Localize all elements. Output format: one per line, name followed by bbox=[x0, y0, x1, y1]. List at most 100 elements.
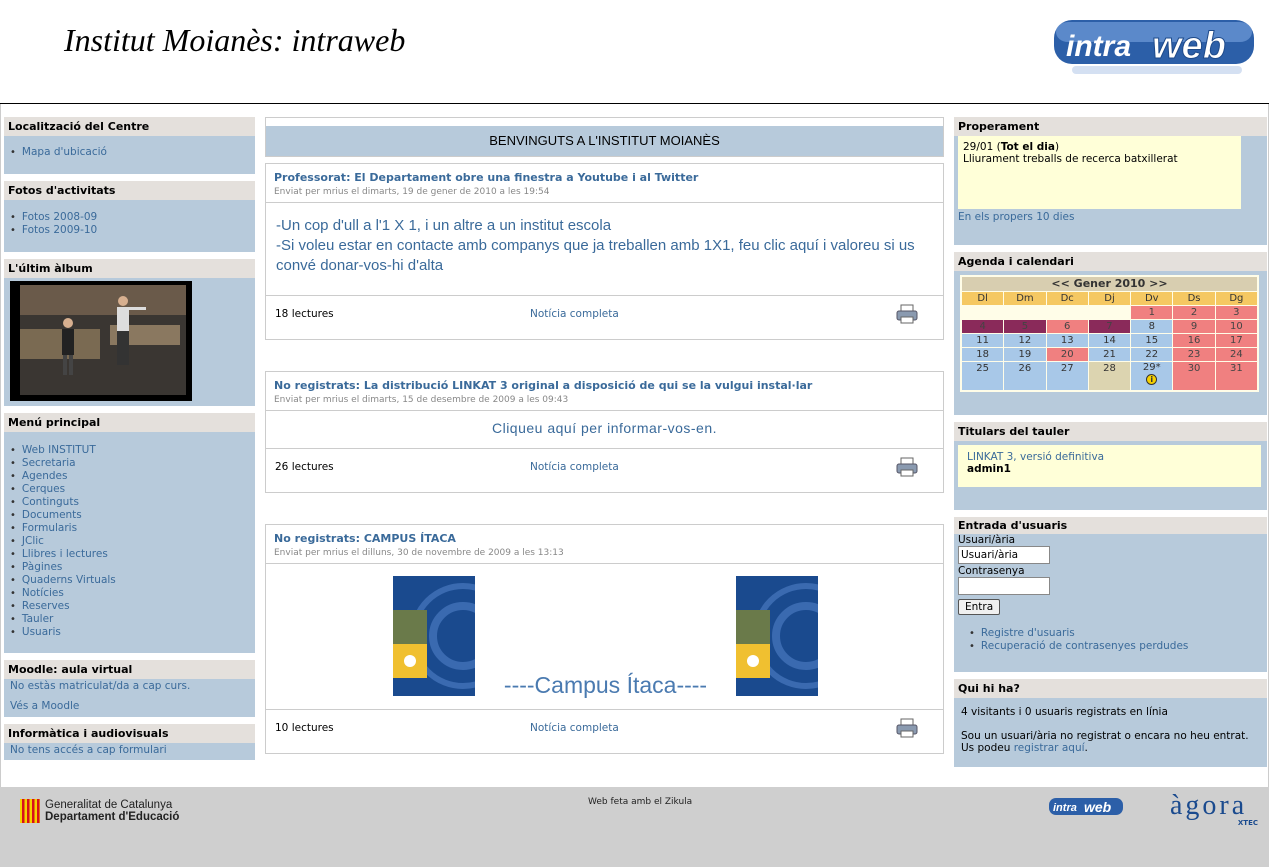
article-read-more-link[interactable]: Notícia completa bbox=[530, 461, 619, 473]
article-category[interactable]: No registrats bbox=[274, 379, 356, 392]
menu-item-tauler[interactable]: Tauler bbox=[10, 613, 249, 626]
menu-item-web-institut[interactable]: Web INSTITUT bbox=[10, 444, 249, 457]
print-icon[interactable] bbox=[896, 457, 918, 477]
print-icon[interactable] bbox=[896, 718, 918, 738]
calendar-grid: Dl Dm Dc Dj Dv Ds Dg 1 2 3 4 5 6 7 8 9 1… bbox=[962, 292, 1257, 390]
article-body-line[interactable]: -Un cop d'ull a l'1 X 1, i un altre a un… bbox=[276, 216, 933, 236]
calendar-day[interactable]: 27 bbox=[1046, 362, 1088, 390]
calendar-day[interactable]: 8 bbox=[1131, 320, 1173, 333]
article-body-link[interactable]: Cliqueu aquí per informar-vos-en. bbox=[276, 420, 933, 436]
username-input[interactable] bbox=[958, 546, 1050, 564]
calendar-day[interactable]: 21 bbox=[1088, 348, 1131, 361]
article-category[interactable]: Professorat bbox=[274, 171, 346, 184]
article-title[interactable]: El Departament obre una finestra a Youtu… bbox=[354, 171, 698, 184]
intraweb-small-logo[interactable]: intra web bbox=[1048, 796, 1124, 818]
campus-itaca-link[interactable]: ----Campus Ítaca---- bbox=[475, 672, 736, 699]
menu-item-cerques[interactable]: Cerques bbox=[10, 483, 249, 496]
link-moodle[interactable]: Vés a Moodle bbox=[10, 700, 249, 712]
calendar-day[interactable]: 25 bbox=[962, 362, 1004, 390]
link-propers-10-dies[interactable]: En els propers 10 dies bbox=[954, 209, 1267, 225]
menu-item-quaderns[interactable]: Quaderns Virtuals bbox=[10, 574, 249, 587]
article-read-more-link[interactable]: Notícia completa bbox=[530, 722, 619, 734]
article-title[interactable]: La distribució LINKAT 3 original a dispo… bbox=[364, 379, 813, 392]
album-photo[interactable] bbox=[10, 281, 192, 401]
menu-item-secretaria[interactable]: Secretaria bbox=[10, 457, 249, 470]
intraweb-logo[interactable]: intra web bbox=[1052, 14, 1260, 78]
block-album: L'últim àlbum bbox=[4, 259, 255, 406]
article-footer: 10 lectures Notícia completa bbox=[266, 710, 943, 746]
calendar-day[interactable]: 18 bbox=[962, 348, 1004, 361]
menu-item-noticies[interactable]: Notícies bbox=[10, 587, 249, 600]
news-article: No registrats: La distribució LINKAT 3 o… bbox=[265, 371, 944, 493]
menu-item-agendes[interactable]: Agendes bbox=[10, 470, 249, 483]
article-title[interactable]: CAMPUS ÍTACA bbox=[364, 532, 456, 545]
calendar-day[interactable]: 17 bbox=[1215, 334, 1257, 347]
online-note-text: Sou un usuari/ària no registrat o encara… bbox=[961, 730, 1249, 754]
calendar-day[interactable]: 4 bbox=[962, 320, 1004, 333]
calendar-day[interactable]: 1 bbox=[1131, 306, 1173, 319]
link-mapa-ubicacio[interactable]: Mapa d'ubicació bbox=[10, 146, 249, 159]
article-body: ----Campus Ítaca---- bbox=[266, 564, 943, 710]
username-label: Usuari/ària bbox=[958, 534, 1016, 546]
calendar-day[interactable]: 22 bbox=[1131, 348, 1173, 361]
calendar-day[interactable]: 11 bbox=[962, 334, 1004, 347]
block-localitzacio: Localització del Centre Mapa d'ubicació bbox=[4, 117, 255, 174]
calendar-day[interactable]: 10 bbox=[1215, 320, 1257, 333]
article-read-more-link[interactable]: Notícia completa bbox=[530, 308, 619, 320]
calendar-day[interactable]: 16 bbox=[1173, 334, 1215, 347]
block-title: Entrada d'usuaris bbox=[954, 517, 1267, 534]
menu-item-documents[interactable]: Documents bbox=[10, 509, 249, 522]
link-registre-usuaris[interactable]: Registre d'usuaris bbox=[969, 627, 1263, 640]
calendar-day[interactable]: 14 bbox=[1088, 334, 1131, 347]
article-body-line[interactable]: -Si voleu estar en contacte amb companys… bbox=[276, 236, 933, 276]
day-name: Dv bbox=[1131, 292, 1173, 305]
zikula-credit[interactable]: Web feta amb el Zikula bbox=[588, 797, 692, 807]
menu-item-formularis[interactable]: Formularis bbox=[10, 522, 249, 535]
event-title[interactable]: Lliurament treballs de recerca batxiller… bbox=[963, 153, 1236, 165]
block-title: Titulars del tauler bbox=[954, 422, 1267, 441]
print-icon[interactable] bbox=[896, 304, 918, 324]
calendar-day[interactable]: 7 bbox=[1088, 320, 1131, 333]
calendar-day[interactable]: 28 bbox=[1088, 362, 1131, 390]
link-registrar[interactable]: registrar aquí bbox=[1014, 742, 1085, 754]
titular-link[interactable]: LINKAT 3, versió definitiva bbox=[967, 451, 1252, 463]
link-fotos-2009-10[interactable]: Fotos 2009-10 bbox=[10, 224, 249, 237]
departament-text: Departament d'Educació bbox=[45, 811, 180, 823]
menu-item-llibres[interactable]: Llibres i lectures bbox=[10, 548, 249, 561]
block-title: Properament bbox=[954, 117, 1267, 136]
calendar-day[interactable]: 26 bbox=[1004, 362, 1046, 390]
menu-item-jclic[interactable]: JClic bbox=[10, 535, 249, 548]
login-button[interactable]: Entra bbox=[958, 599, 1001, 615]
menu-item-pagines[interactable]: Pàgines bbox=[10, 561, 249, 574]
calendar-day[interactable]: 31 bbox=[1215, 362, 1257, 390]
calendar-day[interactable]: 5 bbox=[1004, 320, 1046, 333]
link-recuperacio-contrasenya[interactable]: Recuperació de contrasenyes perdudes bbox=[969, 640, 1263, 653]
calendar-day[interactable]: 9 bbox=[1173, 320, 1215, 333]
agora-logo[interactable]: àgora XTEC bbox=[1170, 791, 1260, 831]
calendar-day[interactable]: 30 bbox=[1173, 362, 1215, 390]
welcome-box: BENVINGUTS A L'INSTITUT MOIANÈS bbox=[265, 117, 944, 157]
calendar-day[interactable]: 13 bbox=[1046, 334, 1088, 347]
svg-text:intra: intra bbox=[1066, 30, 1131, 63]
calendar-day[interactable]: 23 bbox=[1173, 348, 1215, 361]
calendar-day[interactable]: 24 bbox=[1215, 348, 1257, 361]
calendar-day[interactable]: 2 bbox=[1173, 306, 1215, 319]
calendar-day[interactable]: 15 bbox=[1131, 334, 1173, 347]
calendar-day[interactable]: 6 bbox=[1046, 320, 1088, 333]
menu-item-usuaris[interactable]: Usuaris bbox=[10, 626, 249, 639]
calendar-day[interactable]: 3 bbox=[1215, 306, 1257, 319]
calendar-day[interactable]: 12 bbox=[1004, 334, 1046, 347]
menu-item-reserves[interactable]: Reserves bbox=[10, 600, 249, 613]
link-fotos-2008-09[interactable]: Fotos 2008-09 bbox=[10, 211, 249, 224]
calendar-day[interactable]: 20 bbox=[1046, 348, 1088, 361]
calendar-month-nav[interactable]: << Gener 2010 >> bbox=[962, 277, 1257, 291]
campus-itaca-cover-right[interactable] bbox=[736, 576, 818, 696]
article-category[interactable]: No registrats bbox=[274, 532, 356, 545]
calendar-day[interactable]: 19 bbox=[1004, 348, 1046, 361]
password-input[interactable] bbox=[958, 577, 1050, 595]
calendar-day-event[interactable]: 29* i bbox=[1131, 362, 1173, 390]
menu-item-continguts[interactable]: Continguts bbox=[10, 496, 249, 509]
generalitat-logo[interactable]: Generalitat de Catalunya Departament d'E… bbox=[20, 799, 200, 829]
campus-itaca-cover-left[interactable] bbox=[393, 576, 475, 696]
password-label: Contrasenya bbox=[958, 565, 1025, 577]
